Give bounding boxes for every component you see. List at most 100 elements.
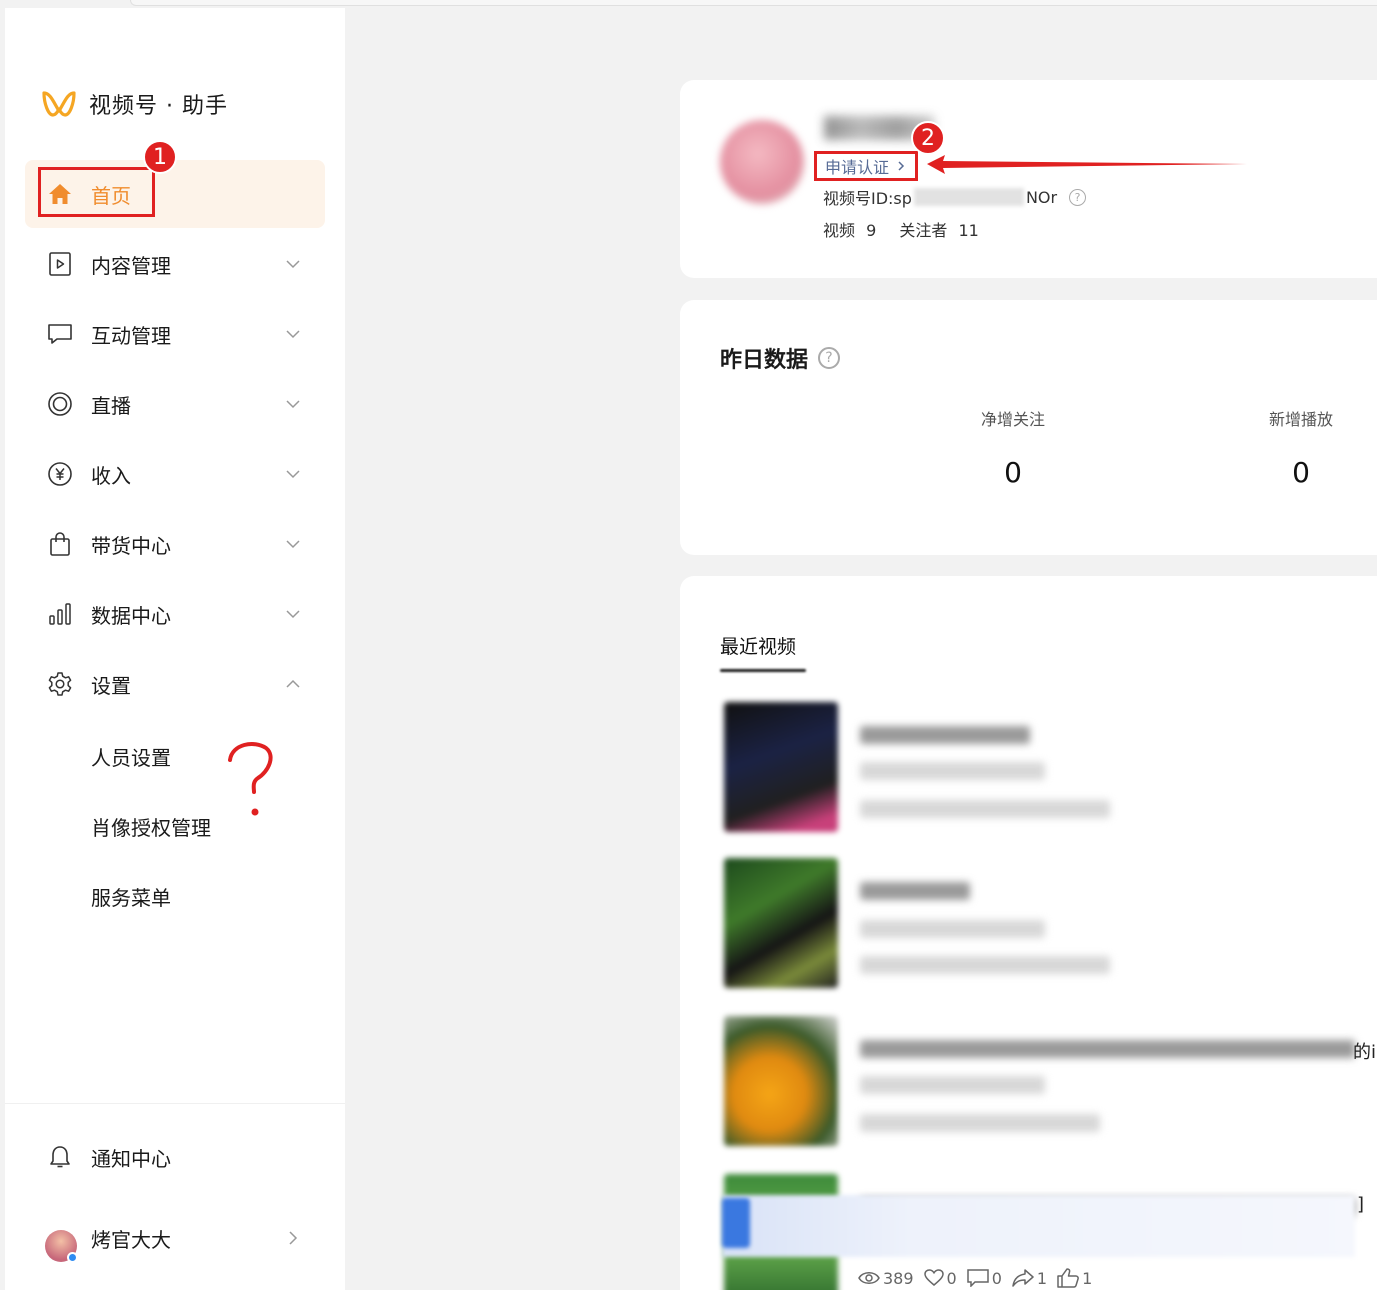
chevron-down-icon [286,400,300,409]
sidebar-item-label: 收入 [91,463,131,488]
video-thumbnail [724,1016,838,1146]
thumbs-count: 1 [1082,1268,1093,1288]
sidebar-item-notifications[interactable]: 通知中心 [25,1123,325,1191]
annotation-highlight-home [38,167,155,217]
chevron-down-icon [286,470,300,479]
video-meta-blurred [860,1076,1045,1094]
videos-count: 9 [866,221,877,240]
sidebar-subitem-service-menu[interactable]: 服务菜单 [91,882,171,911]
chevron-right-icon [289,1231,298,1245]
channel-id-suffix: NOr [1025,187,1058,207]
yesterday-title-text: 昨日数据 [720,348,809,373]
channel-id-blurred [913,188,1024,206]
followers-count: 11 [958,221,979,240]
annotation-question-mark [228,742,273,816]
chevron-down-icon [286,540,300,549]
verify-label: 申请认证 [824,158,889,177]
stat-label: 净增关注 [980,410,1045,429]
annotation-arrow-icon [927,155,1247,174]
channel-id-prefix: 视频号ID:sp [823,189,912,208]
bell-icon [47,1144,73,1170]
bar-chart-icon [47,601,73,627]
sidebar-item-label: 直播 [91,393,131,418]
sidebar-item-label: 互动管理 [91,323,171,348]
yuan-icon [47,461,73,487]
sidebar-item-label: 数据中心 [91,603,171,628]
comments-stat: 0 [966,1268,1002,1288]
sidebar-subitem-staff[interactable]: 人员设置 [91,742,171,771]
eye-icon [858,1272,880,1284]
chevron-up-icon [286,679,300,688]
sidebar-item-label: 带货中心 [91,533,171,558]
truncated-title-text: 的i [1353,1042,1377,1063]
videos-label: 视频 [823,221,856,240]
yesterday-stats-card: 昨日数据 ? 净增关注 0 新增播放 0 [680,300,1377,555]
blurred-overlay-tab [722,1198,750,1248]
sidebar-item-income[interactable]: 收入 [25,440,325,508]
browser-top-strip [130,0,1377,6]
video-thumbnail [724,702,838,832]
likes-stat: 0 [923,1269,957,1288]
chevron-down-icon [286,330,300,339]
list-item[interactable] [720,1016,1360,1156]
chevron-down-icon [286,260,300,269]
sidebar-item-label: 内容管理 [91,253,171,278]
video-stats-blurred [860,800,1110,818]
shares-stat: 1 [1012,1269,1047,1288]
channel-id-row: 视频号ID:sp NOr ? [823,185,1087,209]
user-name: 烤官大大 [91,1227,171,1252]
sidebar-item-label: 设置 [91,673,131,698]
video-title-blurred [860,1040,1355,1058]
comment-icon [966,1269,989,1287]
help-icon[interactable]: ? [818,347,841,369]
video-meta-blurred [860,920,1045,938]
list-item[interactable] [720,702,1360,842]
followers-label: 关注者 [899,221,948,240]
help-icon[interactable]: ? [1069,188,1087,206]
profile-avatar[interactable] [720,120,804,204]
apply-verification-link[interactable]: 申请认证 [814,151,918,181]
sidebar-item-data[interactable]: 数据中心 [25,580,325,648]
shares-count: 1 [1036,1268,1048,1288]
stat-label: 新增播放 [1268,410,1333,429]
app-logo: 视频号 · 助手 [41,88,228,120]
channels-logo-icon [42,91,76,117]
app-title: 视频号 · 助手 [89,94,228,119]
video-meta-blurred [860,762,1045,780]
video-title-blurred [860,882,970,900]
stat-net-follow: 净增关注 0 [938,406,1088,489]
yesterday-title: 昨日数据 ? [720,342,841,374]
video-thumbnail [724,858,838,988]
sidebar-item-live[interactable]: 直播 [25,370,325,438]
tab-recent-videos[interactable]: 最近视频 [720,632,796,659]
chevron-right-icon [898,161,905,171]
video-stats-blurred [860,1114,1100,1132]
comments-count: 0 [991,1268,1002,1288]
video-title-blurred [860,726,1030,744]
verified-dot-icon [67,1252,78,1263]
gear-icon [47,671,73,697]
sidebar-divider [5,1103,345,1104]
avatar[interactable] [45,1230,78,1263]
live-ring-icon [47,391,73,417]
views-stat: 389 [858,1269,914,1288]
views-count: 389 [883,1268,914,1288]
list-item[interactable] [720,858,1360,998]
sidebar-subitem-portrait[interactable]: 肖像授权管理 [91,812,211,841]
truncated-title-text: ] [1357,1194,1365,1215]
annotation-badge-1: 1 [143,140,177,174]
thumbs-stat: 1 [1057,1268,1092,1288]
tab-underline [720,669,806,672]
sidebar-item-commerce[interactable]: 带货中心 [25,510,325,578]
thumbs-up-icon [1057,1268,1079,1288]
heart-icon [923,1269,944,1286]
sidebar-item-settings[interactable]: 设置 [25,650,325,718]
notify-label: 通知中心 [91,1146,171,1171]
share-icon [1012,1269,1034,1287]
chat-bubble-icon [47,321,73,347]
stat-value: 0 [1292,456,1310,489]
recent-videos-card: 最近视频 [680,576,1377,1290]
sidebar-item-content[interactable]: 内容管理 [25,230,325,298]
sidebar-item-interaction[interactable]: 互动管理 [25,300,325,368]
stat-value: 0 [1004,456,1022,489]
